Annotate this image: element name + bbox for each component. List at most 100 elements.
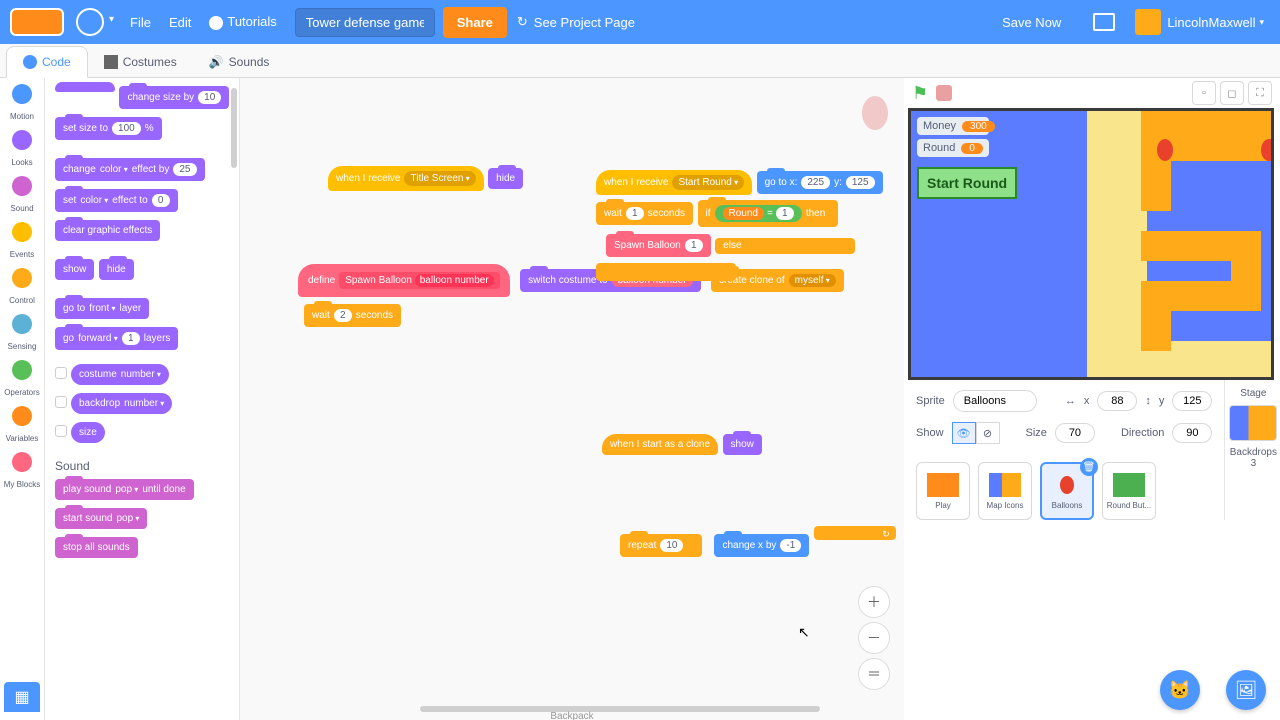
block-size[interactable]: size	[71, 422, 105, 443]
stage-full-button[interactable]: ⛶	[1248, 81, 1272, 105]
tab-sounds[interactable]: 🔊Sounds	[193, 47, 286, 77]
block-if[interactable]: if Round=1 then	[698, 200, 838, 227]
block-set-size-to[interactable]: set size to100%	[55, 117, 162, 140]
add-backdrop-button[interactable]: 🖼	[1226, 670, 1266, 710]
block-show[interactable]: show	[55, 259, 94, 280]
menu-edit[interactable]: Edit	[169, 15, 191, 30]
block-go-to-layer[interactable]: go tofrontlayer	[55, 298, 149, 319]
show-visible[interactable]: 👁	[952, 422, 976, 444]
zoom-in-button[interactable]: ＋	[858, 586, 890, 618]
tab-code[interactable]: Code	[6, 46, 88, 78]
show-toggle[interactable]: 👁 ⊘	[952, 422, 1000, 444]
sprite-name-input[interactable]	[953, 390, 1037, 412]
block-if-end[interactable]	[596, 263, 736, 281]
block-palette: change size by10 set size to100% changec…	[45, 78, 240, 720]
stage-large-button[interactable]: ◻	[1220, 81, 1244, 105]
block-change-effect[interactable]: changecoloreffect by25	[55, 158, 205, 181]
checkbox-backdrop[interactable]	[55, 396, 67, 408]
cat-motion[interactable]: Motion	[0, 84, 44, 124]
block-clear-graphic[interactable]: clear graphic effects	[55, 220, 160, 241]
brush-icon	[104, 55, 118, 69]
block-stop-all-sounds[interactable]: stop all sounds	[55, 537, 138, 558]
sprite-x-input[interactable]	[1097, 391, 1137, 411]
block-go-layers[interactable]: goforward1layers	[55, 327, 178, 350]
workspace-scrollbar[interactable]	[420, 706, 820, 712]
script-title-screen[interactable]: when I receive Title Screen hide	[328, 166, 523, 199]
menu-file[interactable]: File	[130, 15, 151, 30]
block-set-effect[interactable]: setcoloreffect to0	[55, 189, 178, 212]
sprite-list: Play Map Icons 🗑 Balloons Round But...	[904, 462, 1224, 520]
cat-sound[interactable]: Sound	[0, 176, 44, 216]
block-backdrop-number[interactable]: backdrop number	[71, 393, 172, 414]
sprite-play[interactable]: Play	[916, 462, 970, 520]
zoom-reset-button[interactable]: ＝	[858, 658, 890, 690]
block-when-receive-start[interactable]: when I receive Start Round	[596, 170, 752, 195]
block-repeat[interactable]: repeat10	[620, 534, 702, 557]
cat-sensing[interactable]: Sensing	[0, 314, 44, 354]
cat-events[interactable]: Events	[0, 222, 44, 262]
menu-tutorials[interactable]: Tutorials	[209, 14, 276, 30]
stage-small-button[interactable]: ▫	[1192, 81, 1216, 105]
zoom-out-button[interactable]: －	[858, 622, 890, 654]
language-globe-icon[interactable]	[76, 8, 104, 36]
cat-control[interactable]: Control	[0, 268, 44, 308]
tab-costumes[interactable]: Costumes	[88, 47, 193, 77]
block-wait-2[interactable]: wait2seconds	[304, 304, 401, 327]
checkbox-size[interactable]	[55, 425, 67, 437]
start-round-button[interactable]: Start Round	[917, 167, 1017, 199]
palette-scrollbar[interactable]	[231, 88, 237, 168]
block-show-1[interactable]: show	[723, 434, 762, 455]
project-title-input[interactable]	[295, 8, 435, 37]
delete-sprite-icon[interactable]: 🗑	[1080, 458, 1098, 476]
stop-icon[interactable]	[936, 85, 952, 101]
cat-variables[interactable]: Variables	[0, 406, 44, 446]
extension-button[interactable]: ▦	[4, 682, 40, 712]
see-project-page[interactable]: ↻See Project Page	[517, 14, 635, 30]
user-menu[interactable]: LincolnMaxwell▾	[1129, 7, 1270, 37]
block-costume-number[interactable]: costume number	[71, 364, 169, 385]
stage-selector[interactable]: Stage Backdrops 3	[1224, 380, 1280, 520]
sprite-round-button[interactable]: Round But...	[1102, 462, 1156, 520]
backpack-label[interactable]: Backpack	[550, 711, 593, 720]
share-button[interactable]: Share	[443, 7, 507, 38]
block-repeat-end[interactable]: ↻	[814, 526, 896, 540]
sprite-y-input[interactable]	[1172, 391, 1212, 411]
cat-myblocks[interactable]: My Blocks	[0, 452, 44, 492]
script-start-round[interactable]: when I receive Start Round go to x:225y:…	[596, 170, 904, 294]
block-partial[interactable]	[55, 82, 115, 92]
show-hidden[interactable]: ⊘	[976, 422, 1000, 444]
stage[interactable]: Money300 Round0 Start Round	[908, 108, 1274, 380]
category-column: Motion Looks Sound Events Control Sensin…	[0, 78, 45, 720]
save-now[interactable]: Save Now	[1002, 15, 1061, 30]
block-change-x[interactable]: change x by-1	[714, 534, 809, 557]
mystuff-folder-icon[interactable]	[1093, 13, 1115, 31]
script-repeat[interactable]: repeat10 change x by-1 ↻	[620, 532, 896, 565]
cat-operators[interactable]: Operators	[0, 360, 44, 400]
block-define[interactable]: define Spawn Balloon balloon number	[298, 264, 510, 297]
sound-icon: 🔊	[209, 55, 224, 69]
cat-looks[interactable]: Looks	[0, 130, 44, 170]
block-when-receive-title[interactable]: when I receive Title Screen	[328, 166, 484, 191]
sprite-balloons[interactable]: 🗑 Balloons	[1040, 462, 1094, 520]
block-start-sound[interactable]: start soundpop	[55, 508, 147, 529]
block-change-size-by[interactable]: change size by10	[119, 86, 229, 109]
block-hide[interactable]: hide	[99, 259, 134, 280]
scratch-logo[interactable]	[10, 8, 64, 36]
block-spawn-call[interactable]: Spawn Balloon1	[606, 234, 711, 257]
stage-thumb[interactable]	[1229, 405, 1277, 441]
block-play-sound[interactable]: play soundpopuntil done	[55, 479, 194, 500]
block-when-clone[interactable]: when I start as a clone	[602, 434, 718, 455]
block-wait-1[interactable]: wait1seconds	[596, 202, 693, 225]
sprite-direction-input[interactable]	[1172, 423, 1212, 443]
block-hide-1[interactable]: hide	[488, 168, 523, 189]
block-goto-xy[interactable]: go to x:225y:125	[757, 171, 883, 194]
green-flag-icon[interactable]: ⚑	[912, 83, 928, 104]
sprite-size-input[interactable]	[1055, 423, 1095, 443]
block-else[interactable]: else	[715, 238, 855, 254]
workspace[interactable]: when I receive Title Screen hide define …	[240, 78, 904, 720]
editor-tabs: Code Costumes 🔊Sounds	[0, 44, 1280, 78]
checkbox-costume[interactable]	[55, 367, 67, 379]
sprite-map-icons[interactable]: Map Icons	[978, 462, 1032, 520]
add-sprite-button[interactable]: 🐱	[1160, 670, 1200, 710]
script-clone[interactable]: when I start as a clone show	[602, 434, 762, 463]
